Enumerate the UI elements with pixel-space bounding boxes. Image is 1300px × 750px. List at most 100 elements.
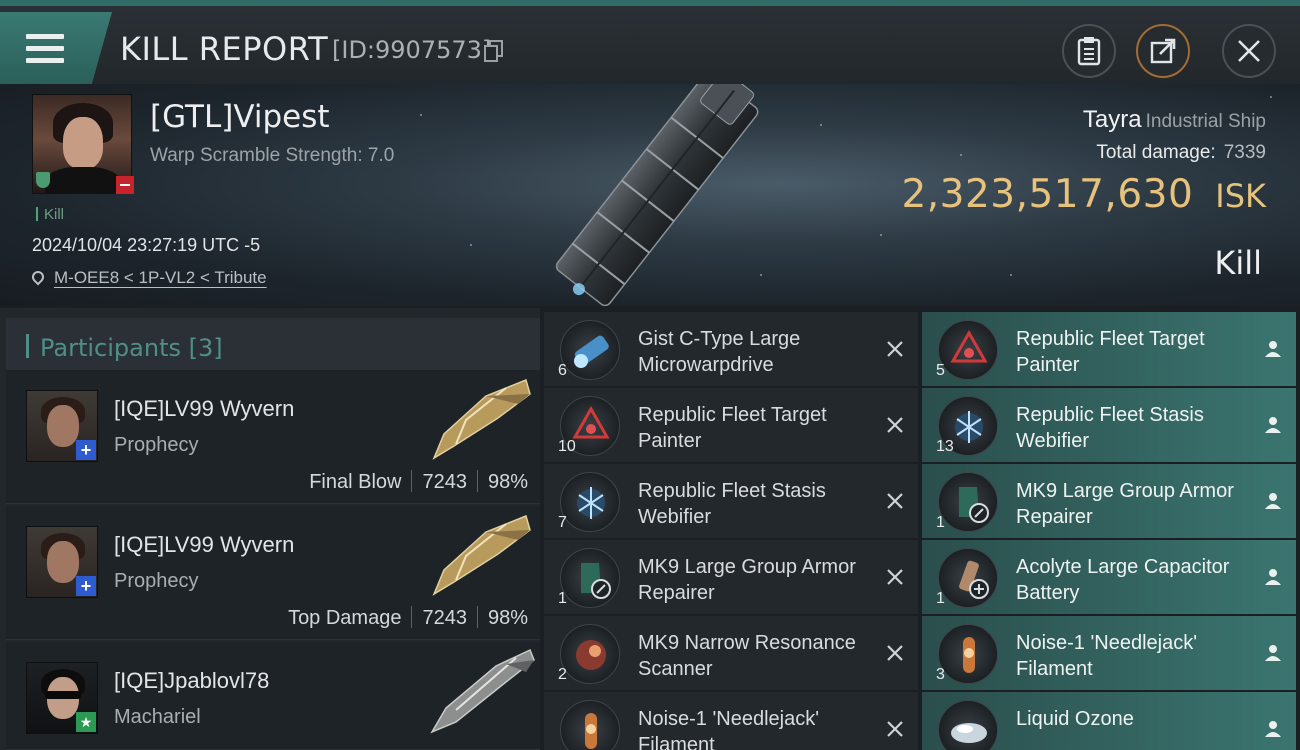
person-icon (1265, 721, 1281, 737)
armor-repairer-icon (560, 548, 620, 608)
person-icon (1265, 569, 1281, 585)
module-item[interactable]: 3 Noise-1 'Needlejack' Filament (922, 616, 1296, 690)
stasis-webifier-icon (560, 472, 620, 532)
module-quantity: 6 (558, 362, 567, 379)
kill-datetime: 2024/10/04 23:27:19 UTC -5 (32, 235, 261, 255)
participant-stats: Final Blow 7243 98% (309, 470, 528, 494)
top-bar: KILL REPORT [ID:9907573] (0, 0, 1300, 84)
participant-ship: Prophecy (114, 434, 199, 456)
warp-scramble-strength: Warp Scramble Strength: 7.0 (150, 145, 395, 166)
module-quantity: 3 (936, 666, 945, 683)
victim-ship-image[interactable] (520, 84, 790, 306)
module-quantity: 1 (936, 514, 945, 531)
module-quantity: 13 (936, 438, 954, 455)
participant-ship-image[interactable] (426, 646, 536, 736)
location-link[interactable]: M-OEE8 < 1P-VL2 < Tribute (54, 268, 267, 287)
module-item[interactable]: Liquid Ozone (922, 692, 1296, 750)
victim-ship[interactable]: Tayra Industrial Ship (1083, 106, 1266, 134)
isk-value: 2,323,517,630 ISK (901, 172, 1266, 217)
person-icon (1265, 645, 1281, 661)
module-item[interactable]: 7 Republic Fleet Stasis Webifier (544, 464, 918, 538)
module-name: Noise-1 'Needlejack' Filament (638, 708, 820, 750)
participant-row[interactable]: + [IQE]LV99 Wyvern Prophecy Final Blow 72… (6, 370, 540, 504)
module-name: Republic Fleet Stasis Webifier (638, 480, 826, 528)
resonance-scanner-icon (560, 624, 620, 684)
module-name: Republic Fleet Target Painter (638, 404, 827, 452)
share-button[interactable] (1136, 24, 1190, 78)
person-icon (1265, 493, 1281, 509)
module-quantity: 2 (558, 666, 567, 683)
module-item[interactable]: 5 Republic Fleet Target Painter (922, 312, 1296, 386)
menu-button[interactable] (0, 12, 112, 84)
participant-role: Top Damage (288, 607, 402, 629)
module-item[interactable]: 13 Republic Fleet Stasis Webifier (922, 388, 1296, 462)
module-quantity: 5 (936, 362, 945, 379)
hostile-standing-icon (116, 176, 134, 194)
target-painter-icon (938, 320, 998, 380)
participant-percent: 98% (487, 607, 528, 629)
destroyed-x-icon (887, 417, 903, 433)
module-name: MK9 Narrow Resonance Scanner (638, 632, 856, 680)
module-item[interactable]: Noise-1 'Needlejack' Filament (544, 692, 918, 750)
destroyed-x-icon (887, 569, 903, 585)
close-button[interactable] (1222, 24, 1276, 78)
module-item[interactable]: 10 Republic Fleet Target Painter (544, 388, 918, 462)
armor-repairer-icon (938, 472, 998, 532)
module-item[interactable]: 1 MK9 Large Group Armor Repairer (922, 464, 1296, 538)
victim-name[interactable]: [GTL]Vipest (150, 99, 330, 135)
victim-panel: [GTL]Vipest Warp Scramble Strength: 7.0 … (0, 84, 1300, 306)
module-name: Noise-1 'Needlejack' Filament (1016, 632, 1198, 680)
participant-row[interactable]: ★ [IQE]Jpablovl78 Machariel (6, 642, 540, 750)
total-damage: Total damage: 7339 (1096, 142, 1266, 164)
close-icon (1238, 40, 1260, 62)
capacitor-battery-icon (938, 548, 998, 608)
participant-ship-image[interactable] (426, 510, 536, 600)
destroyed-x-icon (887, 645, 903, 661)
modules-grid: 6 Gist C-Type Large Microwarpdrive 10 Re… (544, 312, 1300, 750)
destroyed-x-icon (887, 341, 903, 357)
isk-amount: 2,323,517,630 (901, 172, 1194, 217)
module-item[interactable]: 2 MK9 Narrow Resonance Scanner (544, 616, 918, 690)
report-id: [ID:9907573] (332, 36, 492, 64)
module-name: Republic Fleet Stasis Webifier (1016, 404, 1204, 452)
participant-name[interactable]: [IQE]LV99 Wyvern (114, 396, 294, 422)
participants-panel: Participants [3] + [IQE]LV99 Wyvern Prop… (0, 308, 540, 750)
participants-header: Participants [3] (6, 318, 540, 370)
ship-class: Industrial Ship (1145, 111, 1266, 132)
module-item[interactable]: 1 MK9 Large Group Armor Repairer (544, 540, 918, 614)
module-item[interactable]: 6 Gist C-Type Large Microwarpdrive (544, 312, 918, 386)
star-icon: ★ (76, 712, 96, 732)
participant-percent: 98% (487, 471, 528, 493)
module-name: Republic Fleet Target Painter (1016, 328, 1205, 376)
total-damage-label: Total damage: (1096, 142, 1216, 163)
participant-ship: Prophecy (114, 570, 199, 592)
participants-count: [3] (188, 334, 223, 362)
shield-icon (36, 172, 50, 188)
module-name: MK9 Large Group Armor Repairer (1016, 480, 1234, 528)
person-icon (1265, 417, 1281, 433)
filament-icon (560, 700, 620, 750)
isk-unit: ISK (1215, 177, 1266, 215)
plus-icon: + (76, 576, 96, 596)
participant-damage: 7243 (422, 471, 467, 493)
clipboard-button[interactable] (1062, 24, 1116, 78)
liquid-ozone-icon (938, 700, 998, 750)
total-damage-value: 7339 (1223, 142, 1266, 163)
participant-row[interactable]: + [IQE]LV99 Wyvern Prophecy Top Damage 72… (6, 506, 540, 640)
ship-name: Tayra (1082, 106, 1142, 133)
participant-name[interactable]: [IQE]LV99 Wyvern (114, 532, 294, 558)
participant-damage: 7243 (422, 607, 467, 629)
participants-label: Participants (40, 334, 181, 362)
kill-tag: Kill (36, 206, 64, 223)
kill-location[interactable]: M-OEE8 < 1P-VL2 < Tribute (29, 268, 267, 288)
participant-name[interactable]: [IQE]Jpablovl78 (114, 668, 269, 694)
copy-icon[interactable] (484, 40, 504, 62)
module-quantity: 10 (558, 438, 576, 455)
module-name: Liquid Ozone (1016, 708, 1134, 730)
module-quantity: 1 (558, 590, 567, 607)
module-name: Acolyte Large Capacitor Battery (1016, 556, 1230, 604)
participant-ship-image[interactable] (426, 374, 536, 464)
module-item[interactable]: 1 Acolyte Large Capacitor Battery (922, 540, 1296, 614)
person-icon (1265, 341, 1281, 357)
module-quantity: 1 (936, 590, 945, 607)
